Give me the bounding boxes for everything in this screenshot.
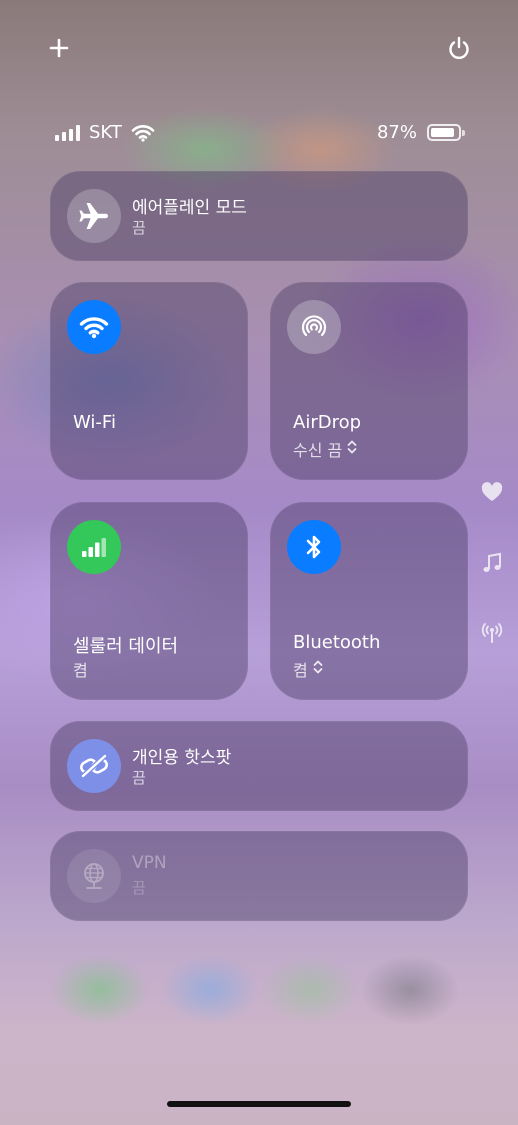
chevron-up-down-icon (312, 659, 324, 679)
vpn-label: VPN (132, 853, 167, 873)
cellular-icon (67, 520, 121, 574)
hotspot-label: 개인용 핫스팟 (132, 748, 232, 768)
airdrop-toggle[interactable]: AirDrop 수신 끔 (270, 282, 468, 480)
hotspot-link-icon (67, 739, 121, 793)
airdrop-status[interactable]: 수신 끔 (293, 437, 358, 461)
plus-icon[interactable] (45, 34, 73, 62)
status-bar: SKT 87% (55, 120, 465, 148)
chevron-up-down-icon (346, 439, 358, 459)
music-note-icon[interactable] (480, 551, 504, 575)
wifi-toggle[interactable]: Wi-Fi (50, 282, 248, 480)
battery-icon (427, 124, 461, 141)
cell-signal-icon (55, 125, 80, 141)
cellular-label: 셀룰러 데이터 (73, 636, 179, 657)
personal-hotspot-toggle[interactable]: 개인용 핫스팟 끔 (50, 721, 468, 811)
battery-tip (462, 130, 465, 136)
bluetooth-icon (287, 520, 341, 574)
vpn-status: 끔 (132, 879, 146, 897)
cellular-data-toggle[interactable]: 셀룰러 데이터 켬 (50, 502, 248, 700)
vpn-globe-icon (67, 849, 121, 903)
cellular-status: 켬 (73, 661, 88, 680)
hotspot-status: 끔 (132, 769, 146, 787)
wifi-label: Wi-Fi (73, 412, 116, 433)
airplane-mode-toggle[interactable]: 에어플레인 모드 끔 (50, 171, 468, 261)
heart-icon[interactable] (480, 480, 504, 504)
home-indicator[interactable] (167, 1101, 351, 1107)
airplane-mode-status: 끔 (132, 219, 146, 237)
airdrop-label: AirDrop (293, 412, 362, 433)
airplane-mode-label: 에어플레인 모드 (132, 198, 247, 218)
battery-percent: 87% (376, 122, 417, 143)
antenna-icon[interactable] (480, 621, 504, 645)
airdrop-icon (287, 300, 341, 354)
wifi-status-icon (131, 124, 155, 146)
airplane-icon (67, 189, 121, 243)
bluetooth-status-text: 켬 (293, 661, 308, 680)
bluetooth-status[interactable]: 켬 (293, 657, 324, 681)
carrier-name: SKT (89, 122, 122, 143)
bluetooth-toggle[interactable]: Bluetooth 켬 (270, 502, 468, 700)
airdrop-status-text: 수신 끔 (293, 441, 343, 460)
power-icon[interactable] (445, 34, 473, 62)
bluetooth-label: Bluetooth (293, 632, 381, 653)
wifi-icon (67, 300, 121, 354)
vpn-toggle[interactable]: VPN 끔 (50, 831, 468, 921)
